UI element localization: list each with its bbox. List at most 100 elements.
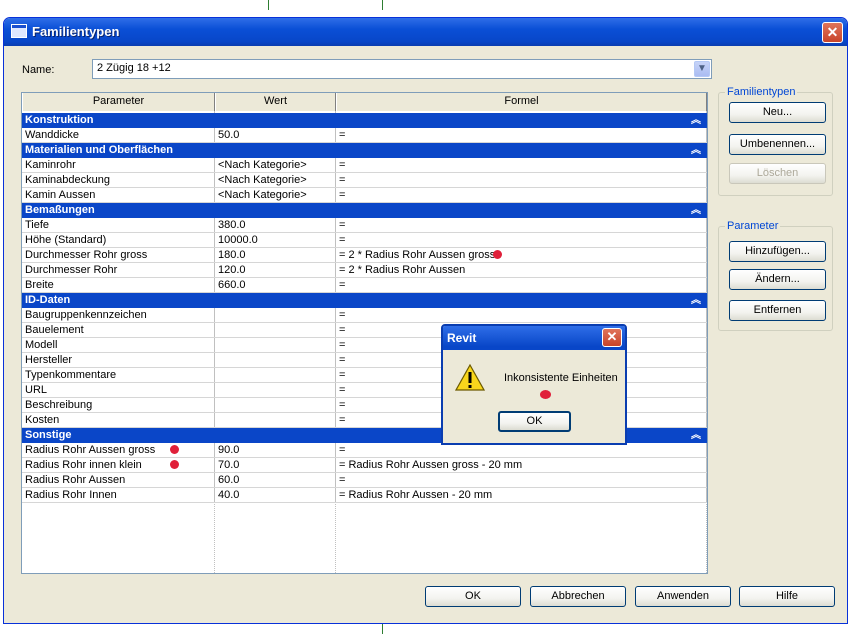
parameter-cell[interactable]: Modell bbox=[22, 338, 215, 352]
ok-button[interactable]: OK bbox=[425, 586, 521, 607]
value-cell[interactable] bbox=[215, 308, 336, 322]
group-header[interactable]: Konstruktion ︽ bbox=[22, 113, 707, 128]
remove-parameter-button[interactable]: Entfernen bbox=[729, 300, 826, 321]
table-row: Durchmesser Rohr 120.0 = 2 * Radius Rohr A… bbox=[22, 263, 707, 278]
parameter-cell[interactable]: URL bbox=[22, 383, 215, 397]
parameter-cell[interactable]: Durchmesser Rohr bbox=[22, 263, 215, 277]
value-cell[interactable]: <Nach Kategorie> bbox=[215, 188, 336, 202]
formula-cell-text: = bbox=[339, 189, 346, 201]
value-cell[interactable] bbox=[215, 413, 336, 427]
value-cell[interactable]: 60.0 bbox=[215, 473, 336, 487]
formula-cell[interactable]: = bbox=[336, 443, 707, 457]
close-button[interactable]: ✕ bbox=[822, 22, 843, 43]
value-cell[interactable]: 70.0 bbox=[215, 458, 336, 472]
help-button[interactable]: Hilfe bbox=[739, 586, 835, 607]
formula-cell-text: = Radius Rohr Aussen - 20 mm bbox=[339, 489, 493, 501]
collapse-icon[interactable]: ︽ bbox=[691, 203, 701, 218]
parameter-cell-text: Kaminabdeckung bbox=[25, 174, 111, 186]
parameter-cell[interactable]: Typenkommentare bbox=[22, 368, 215, 382]
formula-cell[interactable]: = 2 * Radius Rohr Aussen gross bbox=[336, 248, 707, 262]
formula-cell[interactable]: = bbox=[336, 188, 707, 202]
parameter-cell[interactable]: Kaminabdeckung bbox=[22, 173, 215, 187]
group-header[interactable]: ID-Daten ︽ bbox=[22, 293, 707, 308]
add-parameter-button[interactable]: Hinzufügen... bbox=[729, 241, 826, 262]
parameter-cell-text: URL bbox=[25, 384, 48, 396]
value-cell-text: <Nach Kategorie> bbox=[218, 189, 307, 201]
formula-cell[interactable]: = Radius Rohr Aussen gross - 20 mm bbox=[336, 458, 707, 472]
formula-cell[interactable]: = bbox=[336, 218, 707, 232]
formula-cell[interactable]: = Radius Rohr Aussen - 20 mm bbox=[336, 488, 707, 502]
value-cell[interactable]: 380.0 bbox=[215, 218, 336, 232]
apply-button[interactable]: Anwenden bbox=[635, 586, 731, 607]
formula-cell-text: = bbox=[339, 369, 346, 381]
parameter-cell[interactable]: Durchmesser Rohr gross bbox=[22, 248, 215, 262]
parameter-cell[interactable]: Wanddicke bbox=[22, 128, 215, 142]
column-header-formel[interactable]: Formel bbox=[336, 93, 707, 111]
parameter-cell[interactable]: Bauelement bbox=[22, 323, 215, 337]
formula-cell-text: = bbox=[339, 174, 346, 186]
value-cell[interactable] bbox=[215, 398, 336, 412]
table-row: Radius Rohr Innen 40.0 = Radius Rohr Ausse… bbox=[22, 488, 707, 503]
value-cell[interactable]: 660.0 bbox=[215, 278, 336, 292]
value-cell[interactable] bbox=[215, 383, 336, 397]
parameter-cell[interactable]: Beschreibung bbox=[22, 398, 215, 412]
parameter-cell-text: Modell bbox=[25, 339, 58, 351]
value-cell[interactable]: 90.0 bbox=[215, 443, 336, 457]
parameter-cell[interactable]: Hersteller bbox=[22, 353, 215, 367]
collapse-icon[interactable]: ︽ bbox=[691, 113, 701, 128]
cancel-button[interactable]: Abbrechen bbox=[530, 586, 626, 607]
value-cell[interactable] bbox=[215, 368, 336, 382]
parameter-cell[interactable]: Radius Rohr Aussen bbox=[22, 473, 215, 487]
parameter-cell[interactable]: Kaminrohr bbox=[22, 158, 215, 172]
formula-cell[interactable]: = bbox=[336, 173, 707, 187]
value-cell-text: 60.0 bbox=[218, 474, 240, 486]
value-cell[interactable]: 180.0 bbox=[215, 248, 336, 262]
name-dropdown[interactable]: 2 Zügig 18 +12 ▼ bbox=[92, 59, 712, 79]
value-cell[interactable] bbox=[215, 338, 336, 352]
rename-type-button[interactable]: Umbenennen... bbox=[729, 134, 826, 155]
formula-cell-text: = bbox=[339, 324, 346, 336]
parameter-cell[interactable]: Radius Rohr Aussen gross bbox=[22, 443, 215, 457]
new-type-button[interactable]: Neu... bbox=[729, 102, 826, 123]
formula-cell-text: = Radius Rohr Aussen gross - 20 mm bbox=[339, 459, 523, 471]
parameter-cell[interactable]: Kamin Aussen bbox=[22, 188, 215, 202]
value-cell[interactable]: 10000.0 bbox=[215, 233, 336, 247]
parameter-cell[interactable]: Radius Rohr innen klein bbox=[22, 458, 215, 472]
value-cell[interactable] bbox=[215, 353, 336, 367]
parameter-cell[interactable]: Breite bbox=[22, 278, 215, 292]
formula-cell[interactable]: = bbox=[336, 473, 707, 487]
formula-cell[interactable]: = bbox=[336, 158, 707, 172]
alert-ok-button[interactable]: OK bbox=[498, 411, 571, 432]
value-cell[interactable]: <Nach Kategorie> bbox=[215, 158, 336, 172]
collapse-icon[interactable]: ︽ bbox=[691, 143, 701, 158]
table-row: Höhe (Standard) 10000.0 = bbox=[22, 233, 707, 248]
edit-parameter-button[interactable]: Ändern... bbox=[729, 269, 826, 290]
parameter-cell[interactable]: Radius Rohr Innen bbox=[22, 488, 215, 502]
column-header-parameter[interactable]: Parameter bbox=[22, 93, 215, 111]
formula-cell[interactable]: = bbox=[336, 308, 707, 322]
formula-cell[interactable]: = bbox=[336, 233, 707, 247]
group-header[interactable]: Materialien und Oberflächen ︽ bbox=[22, 143, 707, 158]
collapse-icon[interactable]: ︽ bbox=[691, 293, 701, 308]
value-cell[interactable]: <Nach Kategorie> bbox=[215, 173, 336, 187]
table-row: Kaminrohr <Nach Kategorie> = bbox=[22, 158, 707, 173]
collapse-icon[interactable]: ︽ bbox=[691, 428, 701, 443]
chevron-down-icon[interactable]: ▼ bbox=[694, 61, 710, 77]
parameter-cell[interactable]: Höhe (Standard) bbox=[22, 233, 215, 247]
value-cell[interactable]: 40.0 bbox=[215, 488, 336, 502]
column-header-wert[interactable]: Wert bbox=[215, 93, 336, 111]
formula-cell[interactable]: = bbox=[336, 278, 707, 292]
alert-close-button[interactable]: ✕ bbox=[602, 328, 622, 347]
formula-cell-text: = bbox=[339, 444, 346, 456]
value-cell[interactable]: 120.0 bbox=[215, 263, 336, 277]
group-header[interactable]: Bemaßungen ︽ bbox=[22, 203, 707, 218]
parameter-cell[interactable]: Tiefe bbox=[22, 218, 215, 232]
formula-cell[interactable]: = bbox=[336, 128, 707, 142]
value-cell[interactable]: 50.0 bbox=[215, 128, 336, 142]
value-cell[interactable] bbox=[215, 323, 336, 337]
parameter-cell[interactable]: Baugruppenkennzeichen bbox=[22, 308, 215, 322]
parameter-cell-text: Radius Rohr innen klein bbox=[25, 459, 142, 471]
delete-type-button[interactable]: Löschen bbox=[729, 163, 826, 184]
formula-cell[interactable]: = 2 * Radius Rohr Aussen bbox=[336, 263, 707, 277]
parameter-cell[interactable]: Kosten bbox=[22, 413, 215, 427]
